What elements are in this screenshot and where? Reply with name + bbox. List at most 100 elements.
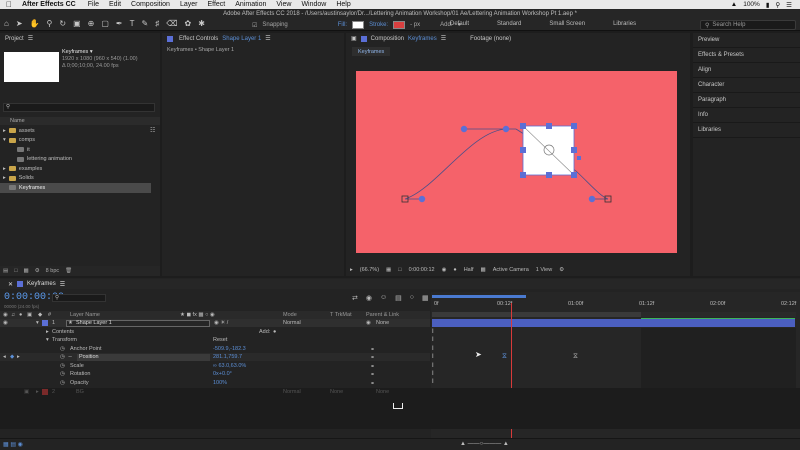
work-area-bar[interactable]: [432, 312, 641, 317]
stopwatch-active-icon[interactable]: ◷: [60, 354, 65, 360]
layer-name[interactable]: BG: [76, 389, 84, 395]
menu-view[interactable]: View: [276, 1, 291, 8]
label-icon[interactable]: ◆: [38, 312, 42, 318]
graph-icon[interactable]: ∽: [68, 354, 72, 360]
triangle-right-icon[interactable]: ▸: [46, 329, 49, 335]
brush-tool-icon[interactable]: ✎: [142, 19, 149, 28]
prop-value[interactable]: 100%: [213, 380, 227, 386]
menu-layer[interactable]: Layer: [180, 1, 198, 8]
solo-icon[interactable]: ●: [19, 312, 22, 318]
triangle-down-icon[interactable]: ▾: [3, 137, 6, 143]
spiral-icon[interactable]: ⚭: [370, 380, 375, 387]
lock-icon[interactable]: ▣: [27, 312, 32, 318]
col-parent[interactable]: Parent & Link: [366, 312, 399, 318]
search-help-input[interactable]: ⚲ Search Help: [700, 20, 796, 30]
stopwatch-icon[interactable]: ◷: [60, 346, 65, 352]
panel-menu-icon[interactable]: ☰: [265, 35, 270, 42]
trash-icon[interactable]: 🗑: [65, 268, 72, 274]
workspace-small-screen[interactable]: Small Screen: [549, 21, 585, 27]
menu-edit[interactable]: Edit: [109, 1, 121, 8]
eye-icon[interactable]: ◉: [3, 320, 8, 326]
resolution-dropdown[interactable]: Half: [464, 267, 474, 273]
motion-blur-icon[interactable]: ○: [410, 294, 414, 302]
menu-file[interactable]: File: [88, 1, 99, 8]
prop-row-position[interactable]: ◂ ◆ ▸ ◷ ∽ Position 281.1,759.7 ⚭: [0, 353, 430, 362]
menu-window[interactable]: Window: [301, 1, 326, 8]
zoom-tool-icon[interactable]: ⚲: [47, 19, 53, 28]
timeline-tab-label[interactable]: Keyframes: [27, 281, 56, 287]
time-ruler[interactable]: 0f 00:12f 01:00f 01:12f 02:00f 02:12f: [431, 300, 800, 309]
lock-icon[interactable]: ▣: [351, 35, 357, 42]
spiral-icon[interactable]: ⚭: [370, 354, 375, 361]
footage-tab[interactable]: Footage (none): [470, 36, 511, 42]
comp-breadcrumb[interactable]: Keyframes: [352, 47, 391, 56]
keyframe-nav-prev-icon[interactable]: ◂: [3, 354, 6, 360]
eye-icon[interactable]: ◉: [3, 312, 8, 318]
panel-effects-presets[interactable]: Effects & Presets: [693, 48, 800, 63]
project-search-input[interactable]: ⚲: [3, 103, 155, 112]
panel-paragraph[interactable]: Paragraph: [693, 93, 800, 108]
stroke-color-swatch[interactable]: [393, 21, 406, 29]
apple-icon[interactable]: : [6, 0, 12, 9]
bpc-label[interactable]: 8 bpc: [46, 268, 59, 274]
menu-animation[interactable]: Animation: [235, 1, 266, 8]
menu-list-icon[interactable]: ☰: [786, 1, 792, 9]
wifi-icon[interactable]: ▲: [731, 1, 737, 8]
stopwatch-icon[interactable]: ◷: [60, 371, 65, 377]
panel-preview[interactable]: Preview: [693, 33, 800, 48]
tree-item-examples[interactable]: ▸ examples: [0, 164, 160, 174]
layer-label-color[interactable]: [42, 320, 48, 327]
clone-stamp-tool-icon[interactable]: ♯: [155, 19, 159, 28]
menu-help[interactable]: Help: [336, 1, 350, 8]
pen-tool-icon[interactable]: ✒: [116, 19, 123, 28]
panel-info[interactable]: Info: [693, 108, 800, 123]
panel-align[interactable]: Align: [693, 63, 800, 78]
add-icon[interactable]: ●: [273, 329, 276, 335]
layer-mode-dropdown[interactable]: Normal: [283, 389, 301, 395]
col-trkmat[interactable]: T TrkMat: [330, 312, 352, 318]
project-tab-label[interactable]: Project: [5, 36, 24, 42]
camera-tool-icon[interactable]: ▣: [73, 19, 81, 28]
panel-character[interactable]: Character: [693, 78, 800, 93]
triangle-right-icon[interactable]: ▸: [36, 389, 39, 395]
transparency-grid-icon[interactable]: ▩: [480, 267, 485, 273]
layer-name[interactable]: Shape Layer 1: [76, 320, 112, 326]
workspace-default[interactable]: Default: [450, 21, 469, 27]
graph-editor-icon[interactable]: ▦: [422, 294, 429, 302]
puppet-pin-tool-icon[interactable]: ✱: [198, 19, 205, 28]
snapping-label[interactable]: Snapping: [262, 22, 287, 28]
pan-behind-tool-icon[interactable]: ⊕: [88, 19, 95, 28]
layer-parent-dropdown[interactable]: None: [376, 320, 389, 326]
layer-row-2[interactable]: ▣ ▸ 2 BG Normal None None: [0, 388, 430, 396]
roto-brush-tool-icon[interactable]: ✿: [185, 19, 192, 28]
draft-3d-icon[interactable]: ◉: [366, 294, 372, 302]
layer-trkmat-dropdown[interactable]: None: [330, 389, 343, 395]
eraser-tool-icon[interactable]: ⌫: [166, 19, 177, 28]
composition-canvas[interactable]: [356, 71, 677, 253]
tree-item-solids[interactable]: ▸ Solids: [0, 174, 160, 184]
fill-color-swatch[interactable]: [352, 21, 365, 29]
zoom-slider[interactable]: ▲ ——○——— ▲: [460, 441, 509, 447]
region-of-interest-icon[interactable]: □: [398, 267, 401, 273]
keyframe-icon[interactable]: ⧖: [502, 353, 507, 361]
snapshot-icon[interactable]: ◉: [442, 267, 447, 273]
menu-composition[interactable]: Composition: [131, 1, 170, 8]
toggle-switches-icon[interactable]: ▦ ▤ ◉: [3, 441, 23, 448]
panel-libraries[interactable]: Libraries: [693, 123, 800, 138]
stroke-label[interactable]: Stroke:: [369, 22, 388, 28]
spiral-icon[interactable]: ⚭: [370, 363, 375, 370]
type-tool-icon[interactable]: T: [130, 19, 135, 28]
keyframe-nav-next-icon[interactable]: ▸: [17, 354, 20, 360]
effect-controls-layer-name[interactable]: Shape Layer 1: [222, 36, 261, 42]
tree-item-assets[interactable]: ▸ assets: [0, 126, 160, 136]
timeline-search-input[interactable]: ⚲: [52, 294, 106, 302]
triangle-right-icon[interactable]: ▸: [3, 166, 6, 172]
prop-value[interactable]: ∞ 63.0,63.0%: [213, 363, 246, 369]
col-mode[interactable]: Mode: [283, 312, 297, 318]
show-channel-icon[interactable]: ●: [453, 267, 456, 273]
view-layout-dropdown[interactable]: 1 View: [536, 267, 552, 273]
layer-row-1[interactable]: ◉ ▾ 1 ★ Shape Layer 1 ◉ ☀ / Normal ◉ Non…: [0, 319, 430, 328]
effect-controls-tab-label[interactable]: Effect Controls: [179, 36, 218, 42]
triangle-down-icon[interactable]: ▾: [46, 337, 49, 343]
always-preview-icon[interactable]: ▸: [350, 267, 353, 273]
